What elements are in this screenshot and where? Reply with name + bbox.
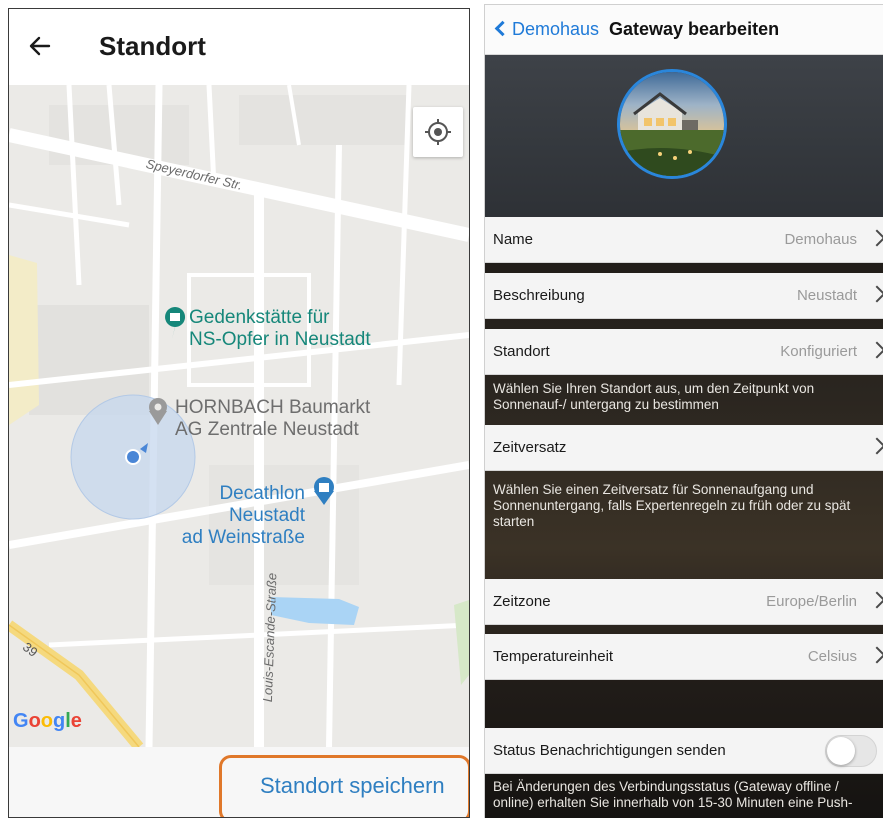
save-location-button[interactable]: Standort speichern xyxy=(219,755,469,817)
navigation-bar: Demohaus Gateway bearbeiten xyxy=(485,5,883,55)
gateway-image-header xyxy=(485,55,883,217)
back-arrow-icon[interactable] xyxy=(27,33,53,59)
row-zeitzone-label: Zeitzone xyxy=(493,593,551,610)
toggle-knob xyxy=(827,737,855,765)
chevron-right-icon xyxy=(868,591,883,609)
row-beschreibung-value: Neustadt xyxy=(796,287,857,304)
row-standort-value: Konfiguriert xyxy=(780,343,857,360)
poi-hornbach[interactable]: HORNBACH Baumarkt AG Zentrale Neustadt xyxy=(175,397,370,441)
page-title: Standort xyxy=(99,31,206,61)
chevron-right-icon xyxy=(868,285,883,303)
save-location-label: Standort speichern xyxy=(260,773,445,798)
google-logo-letter: o xyxy=(28,710,41,732)
map-view[interactable]: Speyerdorfer Str. Louis-Escande-Straße 3… xyxy=(9,85,469,747)
location-header: Standort xyxy=(9,9,469,85)
screenshot-root: Standort Speyerdorfer Str. Louis-Escande… xyxy=(0,0,883,818)
nav-title: Gateway bearbeiten xyxy=(609,19,780,39)
chevron-right-icon xyxy=(868,437,883,455)
gateway-edit-screen: Demohaus Gateway bearbeiten Name Demohau… xyxy=(484,4,883,818)
location-footer: Standort speichern xyxy=(9,747,469,817)
row-name-label: Name xyxy=(493,231,534,248)
row-zeitzone[interactable]: Zeitzone Europe/Berlin xyxy=(485,579,883,625)
chevron-right-icon xyxy=(868,229,883,247)
row-zeitzone-value: Europe/Berlin xyxy=(766,593,857,610)
google-logo-letter: e xyxy=(70,710,82,732)
status-hint: Bei Änderungen des Verbindungsstatus (Ga… xyxy=(493,779,853,810)
row-name-value: Demohaus xyxy=(784,231,857,248)
row-standort[interactable]: Standort Konfiguriert xyxy=(485,329,883,375)
chevron-right-icon xyxy=(868,341,883,359)
row-temperatureinheit[interactable]: Temperatureinheit Celsius xyxy=(485,634,883,680)
row-temperatureinheit-value: Celsius xyxy=(807,648,857,665)
poi-decathlon-line1: Decathlon Neustadt xyxy=(219,483,305,526)
chevron-right-icon xyxy=(868,646,883,664)
chevron-left-icon xyxy=(494,20,511,37)
back-button[interactable]: Demohaus xyxy=(493,19,599,40)
poi-gedenkstaette-line1: Gedenkstätte für xyxy=(189,307,330,328)
back-button-label: Demohaus xyxy=(512,19,600,39)
poi-decathlon-line2: ad Weinstraße xyxy=(181,527,305,548)
row-standort-label: Standort xyxy=(493,343,550,360)
house-photo xyxy=(620,72,724,176)
zeitversatz-hint: Wählen Sie einen Zeitversatz für Sonnena… xyxy=(493,482,851,529)
poi-hornbach-line2: AG Zentrale Neustadt xyxy=(175,419,359,440)
standort-hint: Wählen Sie Ihren Standort aus, um den Ze… xyxy=(493,381,815,412)
row-temperatureinheit-label: Temperatureinheit xyxy=(493,648,614,665)
poi-hornbach-line1: HORNBACH Baumarkt xyxy=(175,397,371,418)
google-logo-letter: G xyxy=(13,710,29,732)
row-zeitversatz-label: Zeitversatz xyxy=(493,439,567,456)
google-logo-letter: g xyxy=(53,710,66,732)
gateway-avatar[interactable] xyxy=(617,69,727,179)
location-screen: Standort Speyerdorfer Str. Louis-Escande… xyxy=(8,8,470,818)
google-logo-letter: o xyxy=(40,710,53,732)
poi-gedenkstaette-line2: NS-Opfer in Neustadt xyxy=(189,329,371,350)
status-notifications-toggle[interactable] xyxy=(825,735,877,767)
poi-gedenkstaette[interactable]: Gedenkstätte für NS-Opfer in Neustadt xyxy=(189,307,371,351)
row-status-label: Status Benachrichtigungen senden xyxy=(493,742,726,759)
crosshair-icon xyxy=(425,119,451,145)
row-beschreibung[interactable]: Beschreibung Neustadt xyxy=(485,273,883,319)
row-zeitversatz[interactable]: Zeitversatz xyxy=(485,425,883,471)
row-status-notifications: Status Benachrichtigungen senden xyxy=(485,728,883,774)
row-name[interactable]: Name Demohaus xyxy=(485,217,883,263)
row-beschreibung-label: Beschreibung xyxy=(493,287,585,304)
my-location-button[interactable] xyxy=(413,107,463,157)
poi-decathlon[interactable]: Decathlon Neustadt ad Weinstraße xyxy=(139,483,305,549)
google-logo: Google xyxy=(13,710,82,733)
